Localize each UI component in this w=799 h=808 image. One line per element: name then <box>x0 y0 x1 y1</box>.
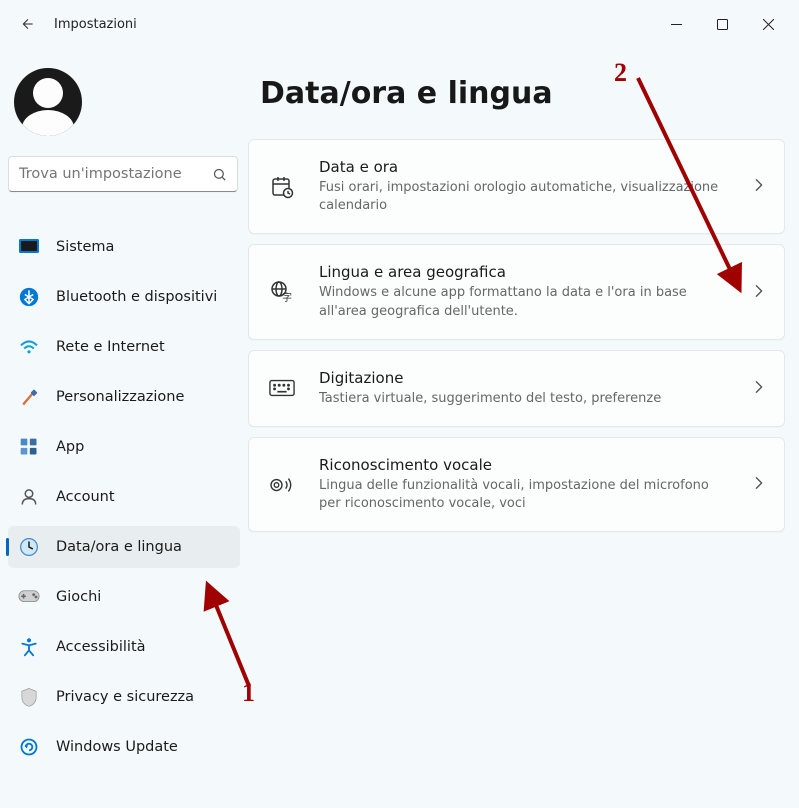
sidebar-item-privacy[interactable]: Privacy e sicurezza <box>8 676 240 718</box>
minimize-icon <box>671 19 682 30</box>
card-body: Riconoscimento vocale Lingua delle funzio… <box>319 456 730 513</box>
chevron-right-icon <box>754 379 764 398</box>
update-icon <box>18 736 40 758</box>
sidebar-item-label: App <box>56 439 84 455</box>
main-panel: Data/ora e lingua Data e ora Fusi orari, … <box>248 48 799 808</box>
sidebar-item-bluetooth[interactable]: Bluetooth e dispositivi <box>8 276 240 318</box>
card-title: Riconoscimento vocale <box>319 456 730 474</box>
card-body: Digitazione Tastiera virtuale, suggerimen… <box>319 369 730 408</box>
annotation-label-2: 2 <box>614 58 627 88</box>
calendar-icon <box>269 175 295 199</box>
sidebar: Sistema Bluetooth e dispositivi Rete e Int… <box>0 48 248 808</box>
page-title: Data/ora e lingua <box>260 76 785 111</box>
card-body: Lingua e area geografica Windows e alcune… <box>319 263 730 320</box>
settings-card-list: Data e ora Fusi orari, impostazioni orolo… <box>248 139 785 532</box>
titlebar: Impostazioni <box>0 0 799 48</box>
card-title: Digitazione <box>319 369 730 387</box>
card-description: Fusi orari, impostazioni orologio automa… <box>319 179 730 215</box>
accessibility-icon <box>18 636 40 658</box>
sidebar-item-accessibility[interactable]: Accessibilità <box>8 626 240 668</box>
chevron-right-icon <box>754 177 764 196</box>
minimize-button[interactable] <box>653 4 699 44</box>
back-button[interactable] <box>8 4 48 44</box>
sidebar-item-account[interactable]: Account <box>8 476 240 518</box>
maximize-icon <box>717 19 728 30</box>
settings-card-language[interactable]: 字 Lingua e area geografica Windows e alcun… <box>248 244 785 339</box>
wifi-icon <box>18 336 40 358</box>
clock-icon <box>18 536 40 558</box>
sidebar-item-update[interactable]: Windows Update <box>8 726 240 768</box>
keyboard-icon <box>269 379 295 397</box>
sidebar-item-label: Account <box>56 489 115 505</box>
maximize-button[interactable] <box>699 4 745 44</box>
system-icon <box>18 236 40 258</box>
language-icon: 字 <box>269 280 295 304</box>
sidebar-item-label: Personalizzazione <box>56 389 184 405</box>
sidebar-item-label: Giochi <box>56 589 101 605</box>
sidebar-item-label: Sistema <box>56 239 114 255</box>
sidebar-item-label: Privacy e sicurezza <box>56 689 194 705</box>
apps-icon <box>18 436 40 458</box>
search-icon <box>212 167 227 182</box>
sidebar-item-games[interactable]: Giochi <box>8 576 240 618</box>
account-icon <box>18 486 40 508</box>
settings-card-speech[interactable]: Riconoscimento vocale Lingua delle funzio… <box>248 437 785 532</box>
sidebar-item-label: Accessibilità <box>56 639 146 655</box>
card-description: Lingua delle funzionalità vocali, impost… <box>319 477 730 513</box>
games-icon <box>18 586 40 608</box>
card-title: Data e ora <box>319 158 730 176</box>
annotation-label-1: 1 <box>242 678 255 708</box>
window-controls <box>653 4 791 44</box>
close-icon <box>763 19 774 30</box>
sidebar-item-label: Windows Update <box>56 739 178 755</box>
content-area: Sistema Bluetooth e dispositivi Rete e Int… <box>0 48 799 808</box>
user-avatar[interactable] <box>14 68 82 136</box>
brush-icon <box>18 386 40 408</box>
sidebar-item-label: Data/ora e lingua <box>56 539 182 555</box>
bluetooth-icon <box>18 286 40 308</box>
sidebar-item-brush[interactable]: Personalizzazione <box>8 376 240 418</box>
sidebar-item-label: Rete e Internet <box>56 339 165 355</box>
window-title: Impostazioni <box>54 17 137 32</box>
card-title: Lingua e area geografica <box>319 263 730 281</box>
sidebar-item-wifi[interactable]: Rete e Internet <box>8 326 240 368</box>
privacy-icon <box>18 686 40 708</box>
chevron-right-icon <box>754 283 764 302</box>
chevron-right-icon <box>754 475 764 494</box>
card-description: Windows e alcune app formattano la data … <box>319 284 730 320</box>
arrow-left-icon <box>20 16 36 32</box>
settings-card-keyboard[interactable]: Digitazione Tastiera virtuale, suggerimen… <box>248 350 785 427</box>
settings-card-calendar[interactable]: Data e ora Fusi orari, impostazioni orolo… <box>248 139 785 234</box>
sidebar-item-label: Bluetooth e dispositivi <box>56 289 217 305</box>
sidebar-item-clock[interactable]: Data/ora e lingua <box>8 526 240 568</box>
close-button[interactable] <box>745 4 791 44</box>
speech-icon <box>269 474 295 496</box>
sidebar-nav: Sistema Bluetooth e dispositivi Rete e Int… <box>8 212 248 774</box>
search-input[interactable] <box>19 166 212 182</box>
sidebar-item-system[interactable]: Sistema <box>8 226 240 268</box>
card-description: Tastiera virtuale, suggerimento del test… <box>319 390 730 408</box>
svg-text:字: 字 <box>282 291 292 304</box>
card-body: Data e ora Fusi orari, impostazioni orolo… <box>319 158 730 215</box>
search-box[interactable] <box>8 156 238 192</box>
sidebar-item-apps[interactable]: App <box>8 426 240 468</box>
